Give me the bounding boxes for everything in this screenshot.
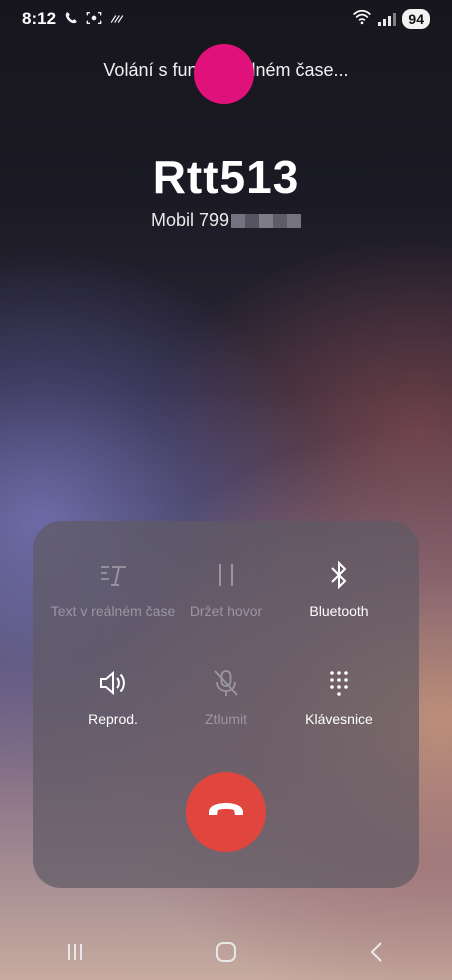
keypad-icon <box>275 666 403 700</box>
signal-icon <box>378 12 397 26</box>
status-time: 8:12 <box>22 9 57 28</box>
rtt-icon <box>49 558 177 592</box>
home-button[interactable] <box>196 934 256 974</box>
back-icon <box>369 941 385 968</box>
caller-number: 799 <box>198 210 230 230</box>
navigation-bar <box>0 928 452 980</box>
end-call-icon <box>207 800 245 825</box>
end-call-button[interactable] <box>186 772 266 852</box>
recents-icon <box>65 942 85 967</box>
nfc-icon <box>110 11 124 27</box>
hold-button[interactable]: Držet hovor <box>162 558 290 621</box>
status-bar: 8:12 94 <box>0 0 452 38</box>
recents-button[interactable] <box>45 934 105 974</box>
wifi-icon <box>352 9 372 30</box>
mute-label: Ztlumit <box>205 711 247 727</box>
pause-icon <box>162 558 290 592</box>
redaction-mask <box>194 44 254 104</box>
mute-icon <box>162 666 290 700</box>
number-redaction <box>231 214 302 229</box>
home-icon <box>215 941 237 968</box>
caller-name: Rtt513 <box>152 151 300 203</box>
caller-type: Mobil <box>150 210 194 230</box>
bluetooth-button[interactable]: Bluetooth <box>275 558 403 621</box>
status-right: 94 <box>352 9 430 30</box>
rtt-label: Text v reálném čase <box>50 603 176 619</box>
caller-subtitle: Mobil 799 <box>0 210 452 231</box>
phone-icon <box>64 11 78 28</box>
speaker-label: Reprod. <box>88 711 138 727</box>
bluetooth-label: Bluetooth <box>309 603 369 619</box>
screenshot-icon <box>86 11 102 28</box>
back-button[interactable] <box>347 934 407 974</box>
rtt-button[interactable]: Text v reálném čase <box>49 558 177 621</box>
keypad-button[interactable]: Klávesnice <box>275 666 403 729</box>
keypad-label: Klávesnice <box>305 711 373 727</box>
speaker-icon <box>49 666 177 700</box>
hold-label: Držet hovor <box>189 603 263 619</box>
status-left: 8:12 <box>22 9 124 29</box>
bluetooth-icon <box>275 558 403 592</box>
speaker-button[interactable]: Reprod. <box>49 666 177 729</box>
battery-badge: 94 <box>402 9 430 29</box>
mute-button[interactable]: Ztlumit <box>162 666 290 729</box>
